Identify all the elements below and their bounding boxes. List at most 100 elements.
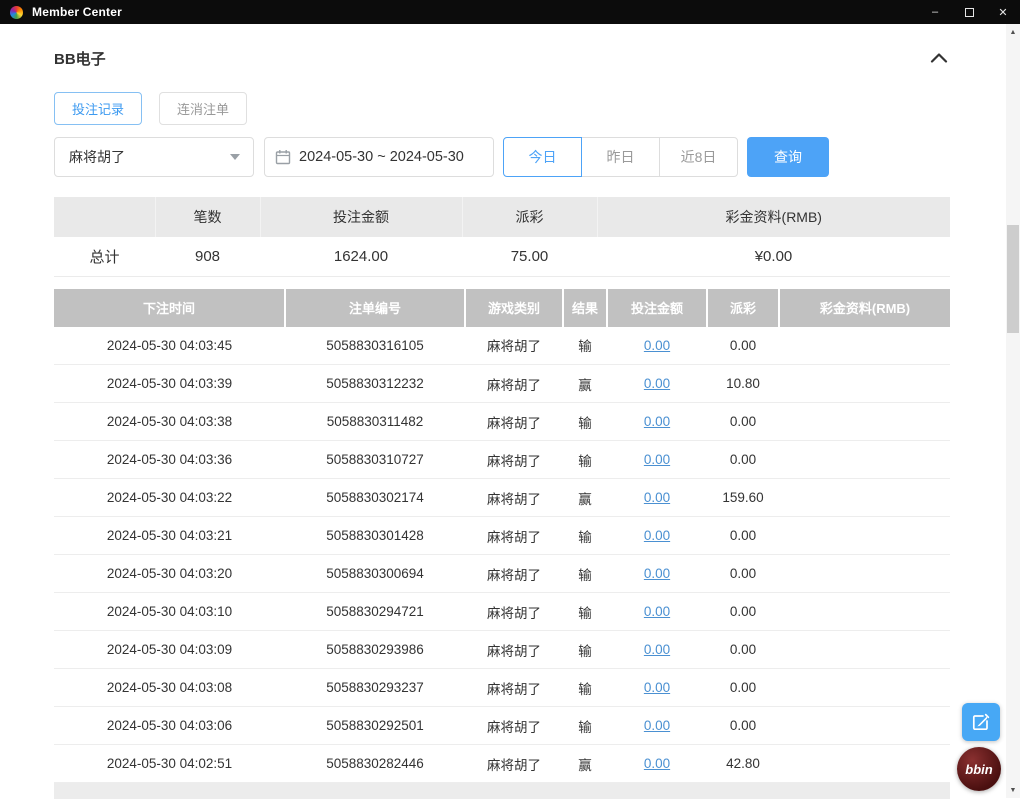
bet-amount-link[interactable]: 0.00 xyxy=(644,452,670,467)
scrollbar-thumb[interactable] xyxy=(1007,225,1019,333)
game-select-value: 麻将胡了 xyxy=(69,149,125,165)
cell-bonus xyxy=(779,478,950,517)
table-row: 2024-05-30 04:03:38 5058830311482 麻将胡了输 0.0… xyxy=(54,402,950,441)
main-content: BB电子 投注记录 连消注单 麻将胡了 2024-05-30 ~ 2024-05… xyxy=(0,24,1006,799)
title-bar: Member Center – ✕ xyxy=(0,0,1020,24)
close-button[interactable]: ✕ xyxy=(986,0,1020,24)
filter-row: 麻将胡了 2024-05-30 ~ 2024-05-30 今日 昨日 近8日 查询 xyxy=(54,137,950,177)
table-row: 2024-05-30 04:03:20 5058830300694 麻将胡了输 0.0… xyxy=(54,554,950,593)
cell-game-type: 麻将胡了 xyxy=(465,326,563,365)
calendar-icon xyxy=(275,150,291,165)
maximize-button[interactable] xyxy=(952,0,986,24)
chevron-down-icon xyxy=(230,154,240,160)
column-header-bet-time: 下注时间 xyxy=(54,288,286,327)
tab-1[interactable]: 连消注单 xyxy=(159,92,248,125)
bet-amount-link[interactable]: 0.00 xyxy=(644,680,670,695)
summary-header-bet-amount: 投注金额 xyxy=(260,197,463,237)
bbin-logo-button[interactable]: bbin xyxy=(957,747,1001,791)
column-header-payout: 派彩 xyxy=(707,288,780,327)
cell-result: 输 xyxy=(563,326,607,365)
column-header-bonus: 彩金资料(RMB) xyxy=(779,288,950,327)
feedback-edit-button[interactable] xyxy=(962,703,1000,741)
table-row: 2024-05-30 04:03:06 5058830292501 麻将胡了输 0.0… xyxy=(54,706,950,745)
cell-order-no: 5058830282446 xyxy=(285,744,465,783)
bet-amount-link[interactable]: 0.00 xyxy=(644,338,670,353)
cell-result: 赢 xyxy=(563,478,607,517)
column-header-game-type: 游戏类别 xyxy=(465,288,564,327)
summary-count-value: 908 xyxy=(155,237,260,277)
cell-bonus xyxy=(779,592,950,631)
search-button[interactable]: 查询 xyxy=(747,137,829,177)
cell-bet-amount: 0.00 xyxy=(607,630,707,669)
summary-total-row: 总计 908 1624.00 75.00 ¥0.00 xyxy=(54,237,950,277)
cell-bet-amount: 0.00 xyxy=(607,440,707,479)
bet-amount-link[interactable]: 0.00 xyxy=(644,490,670,505)
bet-amount-link[interactable]: 0.00 xyxy=(644,566,670,581)
cell-game-type: 麻将胡了 xyxy=(465,440,563,479)
collapse-section-button[interactable] xyxy=(928,51,950,65)
cell-order-no: 5058830316105 xyxy=(285,326,465,365)
summary-bonus-value: ¥0.00 xyxy=(597,237,950,277)
summary-bet-amount-value: 1624.00 xyxy=(260,237,462,277)
cell-bet-time: 2024-05-30 04:03:21 xyxy=(54,516,285,555)
cell-result: 输 xyxy=(563,630,607,669)
quick-range-button-1[interactable]: 昨日 xyxy=(581,137,660,177)
bet-amount-link[interactable]: 0.00 xyxy=(644,414,670,429)
column-header-bet-amount: 投注金额 xyxy=(607,288,708,327)
cell-bonus xyxy=(779,516,950,555)
cell-payout: 0.00 xyxy=(707,326,779,365)
bet-amount-link[interactable]: 0.00 xyxy=(644,604,670,619)
chevron-up-icon xyxy=(930,53,948,63)
quick-range-group: 今日 昨日 近8日 xyxy=(503,137,738,177)
scroll-up-arrow[interactable]: ▲ xyxy=(1006,24,1020,40)
compose-icon xyxy=(972,713,990,731)
cell-bet-amount: 0.00 xyxy=(607,592,707,631)
cell-bet-time: 2024-05-30 04:02:51 xyxy=(54,744,285,783)
date-range-picker[interactable]: 2024-05-30 ~ 2024-05-30 xyxy=(264,137,494,177)
cell-order-no: 5058830312232 xyxy=(285,364,465,403)
cell-bet-amount: 0.00 xyxy=(607,364,707,403)
cell-bet-time: 2024-05-30 04:03:09 xyxy=(54,630,285,669)
bet-amount-link[interactable]: 0.00 xyxy=(644,376,670,391)
cell-payout: 0.00 xyxy=(707,440,779,479)
cell-game-type: 麻将胡了 xyxy=(465,364,563,403)
cell-result: 输 xyxy=(563,440,607,479)
bet-amount-link[interactable]: 0.00 xyxy=(644,528,670,543)
cell-game-type: 麻将胡了 xyxy=(465,478,563,517)
scroll-down-arrow[interactable]: ▼ xyxy=(1006,782,1020,798)
cell-bet-time: 2024-05-30 04:03:20 xyxy=(54,554,285,593)
section-title: BB电子 xyxy=(54,50,106,68)
tab-row: 投注记录 连消注单 xyxy=(54,92,950,125)
bet-amount-link[interactable]: 0.00 xyxy=(644,756,670,771)
detail-table-body: 2024-05-30 04:03:45 5058830316105 麻将胡了输 0.0… xyxy=(54,326,950,783)
cell-bet-time: 2024-05-30 04:03:39 xyxy=(54,364,285,403)
cell-bet-amount: 0.00 xyxy=(607,402,707,441)
summary-header-payout: 派彩 xyxy=(462,197,598,237)
cell-payout: 0.00 xyxy=(707,554,779,593)
table-row: 2024-05-30 04:03:08 5058830293237 麻将胡了输 0.0… xyxy=(54,668,950,707)
bet-amount-link[interactable]: 0.00 xyxy=(644,642,670,657)
cell-order-no: 5058830294721 xyxy=(285,592,465,631)
cell-payout: 10.80 xyxy=(707,364,779,403)
summary-total-label: 总计 xyxy=(54,237,155,277)
detail-header-row: 下注时间 注单编号 游戏类别 结果 投注金额 派彩 彩金资料(RMB) xyxy=(54,288,950,327)
tab-0[interactable]: 投注记录 xyxy=(54,92,143,125)
bet-amount-link[interactable]: 0.00 xyxy=(644,718,670,733)
summary-table: 笔数 投注金额 派彩 彩金资料(RMB) 总计 908 1624.00 75.0… xyxy=(54,197,950,277)
cell-result: 输 xyxy=(563,554,607,593)
game-select[interactable]: 麻将胡了 xyxy=(54,137,254,177)
minimize-button[interactable]: – xyxy=(918,0,952,24)
cell-payout: 0.00 xyxy=(707,402,779,441)
cell-payout: 42.80 xyxy=(707,744,779,783)
cell-result: 赢 xyxy=(563,744,607,783)
table-row: 2024-05-30 04:03:39 5058830312232 麻将胡了赢 0.0… xyxy=(54,364,950,403)
cell-result: 输 xyxy=(563,668,607,707)
quick-range-button-2[interactable]: 近8日 xyxy=(659,137,738,177)
summary-header-bonus: 彩金资料(RMB) xyxy=(597,197,950,237)
cell-payout: 0.00 xyxy=(707,592,779,631)
quick-range-button-0[interactable]: 今日 xyxy=(503,137,582,177)
cell-bonus xyxy=(779,326,950,365)
cell-bonus xyxy=(779,744,950,783)
window-title: Member Center xyxy=(32,5,122,19)
cell-bonus xyxy=(779,630,950,669)
